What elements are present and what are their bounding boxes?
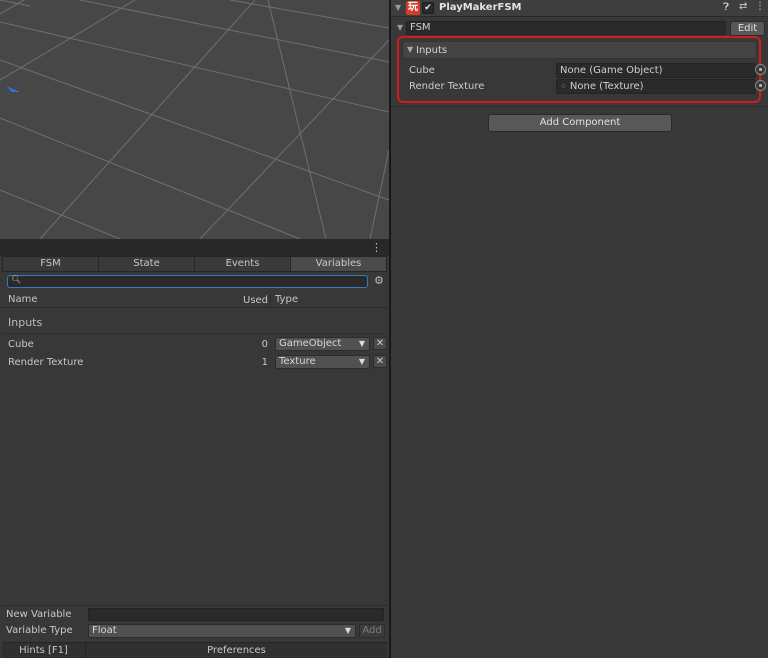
new-variable-area: New Variable Variable Type Float ▼ Add	[2, 605, 387, 641]
field-value: None (Game Object)	[560, 65, 663, 76]
kebab-menu-icon[interactable]: ⋮	[755, 1, 765, 12]
variable-type-dropdown[interactable]: GameObject ▼	[275, 337, 370, 351]
variable-type-select[interactable]: Float ▼	[88, 624, 356, 638]
variable-used-count: 1	[261, 357, 268, 368]
help-icon[interactable]: ❓︎	[723, 2, 729, 13]
gear-icon[interactable]: ⚙	[374, 274, 384, 287]
variable-type-value: GameObject	[279, 338, 342, 349]
new-variable-name-input[interactable]	[88, 608, 384, 621]
tab-fsm[interactable]: FSM	[2, 256, 99, 272]
panel-footer: Hints [F1] Preferences	[2, 642, 387, 658]
texture-icon: ⁘	[560, 82, 567, 91]
close-icon: ✕	[375, 338, 385, 349]
variable-row[interactable]: Render Texture 1 Texture ▼ ✕	[2, 354, 387, 372]
variables-section-title: Inputs	[8, 316, 43, 329]
variable-search-box[interactable]: 🔍︎	[7, 275, 368, 288]
tab-variables[interactable]: Variables	[291, 256, 387, 272]
dropdown-arrow-icon: ▼	[358, 339, 365, 348]
variable-type-value: Texture	[279, 356, 316, 367]
search-row: 🔍︎ ⚙	[2, 273, 387, 291]
object-picker-icon[interactable]	[755, 80, 766, 91]
variable-name[interactable]: Render Texture	[8, 357, 83, 368]
texture-field[interactable]: ⁘ None (Texture)	[556, 79, 756, 94]
column-used-header[interactable]: Used	[243, 295, 268, 306]
playmaker-logo-icon: 玩	[406, 1, 420, 15]
column-divider	[270, 294, 271, 306]
transform-gizmo[interactable]	[0, 80, 20, 92]
foldout-arrow-icon[interactable]: ▼	[395, 3, 401, 12]
close-icon: ✕	[375, 356, 385, 367]
variable-type-selected: Float	[92, 625, 117, 636]
inputs-highlight-box: ▼ Inputs Cube None (Game Object) Render …	[397, 36, 766, 103]
preferences-button[interactable]: Preferences	[86, 643, 387, 658]
variable-type-dropdown[interactable]: Texture ▼	[275, 355, 370, 369]
component-enabled-checkbox[interactable]: ✔	[422, 2, 434, 14]
variables-column-headers: Name Used Type	[2, 292, 387, 308]
add-component-button[interactable]: Add Component	[488, 114, 672, 132]
delete-variable-button[interactable]: ✕	[373, 355, 387, 368]
dropdown-arrow-icon: ▼	[358, 357, 365, 366]
foldout-arrow-icon[interactable]: ▼	[397, 23, 403, 32]
fsm-name-field[interactable]: FSM	[406, 21, 726, 35]
search-icon: 🔍︎	[11, 275, 22, 284]
tab-events[interactable]: Events	[195, 256, 291, 272]
inputs-title: Inputs	[416, 45, 448, 56]
object-picker-icon[interactable]	[755, 64, 766, 75]
foldout-arrow-icon[interactable]: ▼	[407, 45, 413, 54]
search-input[interactable]	[22, 276, 362, 287]
input-row-render-texture: Render Texture ⁘ None (Texture)	[402, 79, 766, 95]
column-type-header[interactable]: Type	[275, 294, 298, 305]
gameobject-field[interactable]: None (Game Object)	[556, 63, 756, 78]
divider	[2, 333, 387, 334]
dropdown-arrow-icon: ▼	[344, 626, 351, 635]
playmaker-tabs: FSM State Events Variables	[2, 256, 387, 272]
playmaker-editor-panel: ⋮ FSM State Events Variables 🔍︎ ⚙ Name U…	[0, 239, 389, 658]
variable-used-count: 0	[261, 339, 268, 350]
column-name-header[interactable]: Name	[8, 294, 38, 305]
variable-name[interactable]: Cube	[8, 339, 34, 350]
hints-button[interactable]: Hints [F1]	[2, 643, 86, 658]
tab-state[interactable]: State	[99, 256, 195, 272]
field-value: None (Texture)	[569, 81, 644, 92]
scene-grid	[0, 0, 389, 239]
input-row-cube: Cube None (Game Object)	[402, 63, 766, 79]
new-variable-label: New Variable	[6, 609, 72, 620]
scene-view[interactable]	[0, 0, 389, 239]
component-header[interactable]: ▼ 玩 ✔ PlayMakerFSM ❓︎ ⇄ ⋮	[391, 0, 768, 17]
component-title: PlayMakerFSM	[439, 2, 522, 13]
delete-variable-button[interactable]: ✕	[373, 337, 387, 350]
add-variable-button[interactable]: Add	[359, 624, 385, 638]
edit-fsm-button[interactable]: Edit	[730, 21, 765, 36]
kebab-menu-icon[interactable]: ⋮	[371, 241, 382, 254]
divider	[391, 106, 768, 107]
inspector-panel: ▼ 玩 ✔ PlayMakerFSM ❓︎ ⇄ ⋮ ▼ FSM Edit ▼ I…	[391, 0, 768, 658]
inputs-foldout-header[interactable]: ▼ Inputs	[402, 41, 757, 59]
input-label: Cube	[409, 65, 435, 76]
variable-row[interactable]: Cube 0 GameObject ▼ ✕	[2, 336, 387, 354]
input-label: Render Texture	[409, 81, 485, 92]
preset-icon[interactable]: ⇄	[739, 1, 747, 12]
variable-type-label: Variable Type	[6, 625, 73, 636]
panel-toolbar: ⋮	[0, 239, 389, 256]
fsm-name-row: ▼ FSM Edit	[391, 20, 768, 36]
